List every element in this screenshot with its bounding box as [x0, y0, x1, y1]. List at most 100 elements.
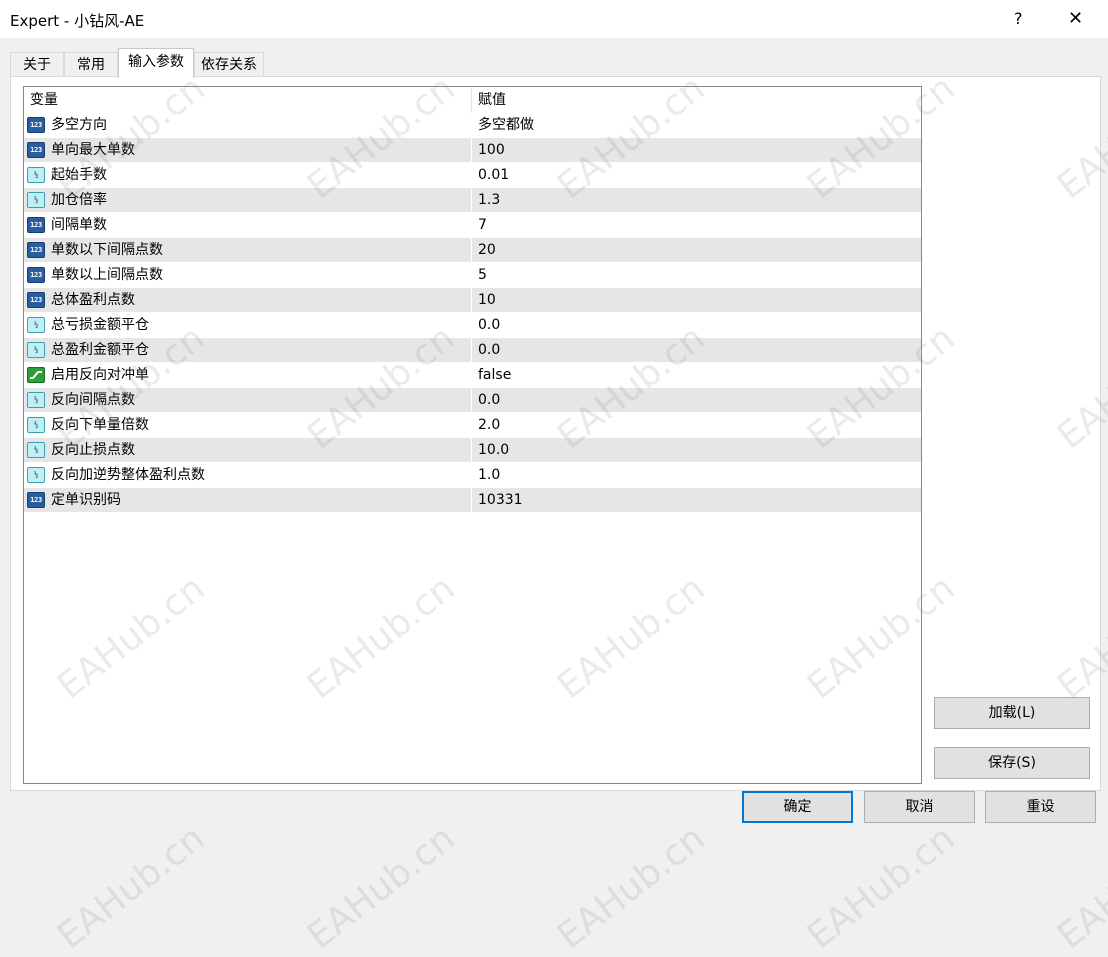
- integer-type-icon: 123: [27, 267, 45, 283]
- tab-inputs[interactable]: 输入参数: [118, 48, 194, 78]
- table-row[interactable]: 123 间隔单数 7: [24, 213, 921, 238]
- watermark-text: EAHub.cn: [50, 817, 213, 957]
- variable-cell: 123 定单识别码: [24, 488, 472, 513]
- variable-name: 反向止损点数: [51, 442, 135, 458]
- reset-button[interactable]: 重设: [985, 791, 1096, 823]
- value-cell[interactable]: 7: [472, 213, 921, 238]
- title-bar: Expert - 小钻风-AE ? ✕: [0, 0, 1108, 38]
- table-row[interactable]: 启用反向对冲单 false: [24, 363, 921, 388]
- double-type-icon: ½: [27, 342, 45, 358]
- boolean-type-icon: [27, 367, 45, 383]
- value-cell[interactable]: 0.0: [472, 313, 921, 338]
- double-type-icon: ½: [27, 317, 45, 333]
- table-row[interactable]: ½ 反向止损点数 10.0: [24, 438, 921, 463]
- value-cell[interactable]: 2.0: [472, 413, 921, 438]
- column-header-variable[interactable]: 变量: [24, 87, 472, 113]
- integer-type-icon: 123: [27, 142, 45, 158]
- variable-name: 启用反向对冲单: [51, 367, 149, 383]
- cancel-button[interactable]: 取消: [864, 791, 975, 823]
- table-row[interactable]: 123 单数以上间隔点数 5: [24, 263, 921, 288]
- table-row[interactable]: ½ 起始手数 0.01: [24, 163, 921, 188]
- value-cell[interactable]: 0.01: [472, 163, 921, 188]
- watermark-text: EAHub.cn: [300, 817, 463, 957]
- double-type-icon: ½: [27, 167, 45, 183]
- variable-name: 单数以下间隔点数: [51, 242, 163, 258]
- double-type-icon: ½: [27, 467, 45, 483]
- variable-name: 单向最大单数: [51, 142, 135, 158]
- variable-cell: ½ 反向止损点数: [24, 438, 472, 463]
- table-row[interactable]: 123 单向最大单数 100: [24, 138, 921, 163]
- table-row[interactable]: ½ 反向间隔点数 0.0: [24, 388, 921, 413]
- double-type-icon: ½: [27, 442, 45, 458]
- variable-name: 多空方向: [51, 117, 107, 133]
- variable-cell: ½ 总盈利金额平仓: [24, 338, 472, 363]
- value-cell[interactable]: 10.0: [472, 438, 921, 463]
- table-row[interactable]: ½ 反向加逆势整体盈利点数 1.0: [24, 463, 921, 488]
- table-row[interactable]: 123 单数以下间隔点数 20: [24, 238, 921, 263]
- value-cell[interactable]: 0.0: [472, 388, 921, 413]
- variable-cell: ½ 反向间隔点数: [24, 388, 472, 413]
- variable-cell: ½ 起始手数: [24, 163, 472, 188]
- table-row[interactable]: ½ 加仓倍率 1.3: [24, 188, 921, 213]
- table-row[interactable]: 123 多空方向 多空都做: [24, 113, 921, 138]
- variable-cell: 启用反向对冲单: [24, 363, 472, 388]
- variable-name: 单数以上间隔点数: [51, 267, 163, 283]
- value-cell[interactable]: 多空都做: [472, 113, 921, 138]
- value-cell[interactable]: false: [472, 363, 921, 388]
- double-type-icon: ½: [27, 192, 45, 208]
- table-row[interactable]: ½ 反向下单量倍数 2.0: [24, 413, 921, 438]
- ok-button[interactable]: 确定: [742, 791, 853, 823]
- variable-name: 反向加逆势整体盈利点数: [51, 467, 205, 483]
- value-cell[interactable]: 0.0: [472, 338, 921, 363]
- table-row[interactable]: ½ 总亏损金额平仓 0.0: [24, 313, 921, 338]
- variable-name: 总亏损金额平仓: [51, 317, 149, 333]
- value-cell[interactable]: 1.0: [472, 463, 921, 488]
- variable-name: 加仓倍率: [51, 192, 107, 208]
- value-cell[interactable]: 100: [472, 138, 921, 163]
- table-row[interactable]: ½ 总盈利金额平仓 0.0: [24, 338, 921, 363]
- variable-cell: 123 单向最大单数: [24, 138, 472, 163]
- close-icon[interactable]: ✕: [1068, 8, 1083, 29]
- value-cell[interactable]: 1.3: [472, 188, 921, 213]
- variable-cell: ½ 加仓倍率: [24, 188, 472, 213]
- variable-name: 总盈利金额平仓: [51, 342, 149, 358]
- value-cell[interactable]: 10: [472, 288, 921, 313]
- table-row[interactable]: 123 定单识别码 10331: [24, 488, 921, 513]
- variable-cell: ½ 反向下单量倍数: [24, 413, 472, 438]
- window-title: Expert - 小钻风-AE: [10, 12, 145, 30]
- watermark-text: EAHub.cn: [550, 817, 713, 957]
- save-button[interactable]: 保存(S): [934, 747, 1090, 779]
- tab-about[interactable]: 关于: [10, 52, 64, 76]
- value-cell[interactable]: 5: [472, 263, 921, 288]
- integer-type-icon: 123: [27, 492, 45, 508]
- variable-cell: ½ 反向加逆势整体盈利点数: [24, 463, 472, 488]
- parameters-grid[interactable]: 变量 赋值 123 多空方向 多空都做 123 单向最大单数 100 ½ 起始手数 0.01 ½ 加…: [23, 86, 922, 784]
- variable-name: 反向下单量倍数: [51, 417, 149, 433]
- load-button[interactable]: 加载(L): [934, 697, 1090, 729]
- tab-common[interactable]: 常用: [64, 52, 118, 76]
- tab-dependencies[interactable]: 依存关系: [194, 52, 264, 76]
- table-row[interactable]: 123 总体盈利点数 10: [24, 288, 921, 313]
- watermark-text: EAHub.cn: [1050, 817, 1108, 957]
- integer-type-icon: 123: [27, 117, 45, 133]
- grid-header: 变量 赋值: [24, 87, 921, 113]
- variable-name: 反向间隔点数: [51, 392, 135, 408]
- integer-type-icon: 123: [27, 217, 45, 233]
- value-cell[interactable]: 20: [472, 238, 921, 263]
- variable-cell: 123 单数以下间隔点数: [24, 238, 472, 263]
- variable-cell: 123 单数以上间隔点数: [24, 263, 472, 288]
- double-type-icon: ½: [27, 417, 45, 433]
- variable-name: 总体盈利点数: [51, 292, 135, 308]
- column-header-value[interactable]: 赋值: [472, 87, 921, 113]
- variable-cell: ½ 总亏损金额平仓: [24, 313, 472, 338]
- variable-cell: 123 多空方向: [24, 113, 472, 138]
- double-type-icon: ½: [27, 392, 45, 408]
- integer-type-icon: 123: [27, 292, 45, 308]
- variable-name: 起始手数: [51, 167, 107, 183]
- watermark-text: EAHub.cn: [800, 817, 963, 957]
- variable-name: 间隔单数: [51, 217, 107, 233]
- value-cell[interactable]: 10331: [472, 488, 921, 513]
- variable-name: 定单识别码: [51, 492, 121, 508]
- integer-type-icon: 123: [27, 242, 45, 258]
- help-icon[interactable]: ?: [1014, 9, 1023, 28]
